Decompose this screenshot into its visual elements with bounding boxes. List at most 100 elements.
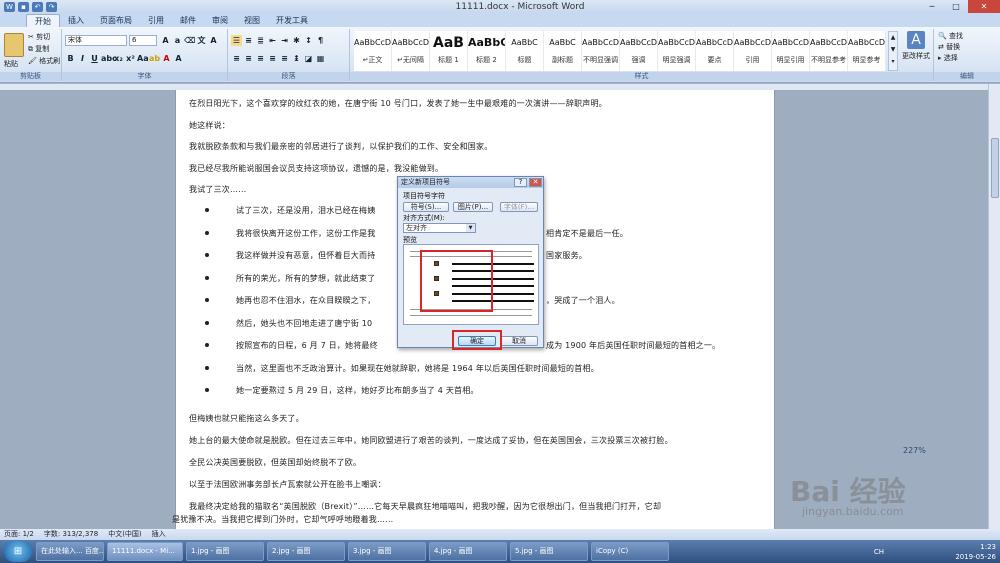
- change-case-icon[interactable]: Aa: [137, 53, 149, 64]
- shading-icon[interactable]: ◪: [303, 53, 314, 64]
- shrink-font-icon[interactable]: a: [172, 35, 183, 46]
- style-item[interactable]: AaBbCcDd 明显参考: [848, 31, 886, 71]
- bullet-icon: [205, 320, 209, 325]
- font-group: 宋体 6 A a ⌫ 文 A B I U abc x₂ x² Aa ab A A…: [62, 29, 228, 81]
- tab-references[interactable]: 引用: [140, 14, 172, 27]
- taskbar-item[interactable]: iCopy (C): [591, 542, 669, 561]
- taskbar-item[interactable]: 1.jpg - 画图: [186, 542, 264, 561]
- superscript-icon[interactable]: x²: [125, 53, 136, 64]
- insert-mode[interactable]: 插入: [152, 529, 166, 540]
- font-name-field[interactable]: 宋体: [65, 35, 127, 46]
- tab-view[interactable]: 视图: [236, 14, 268, 27]
- highlight-icon[interactable]: ab: [149, 53, 160, 64]
- cut-button[interactable]: ✂ 剪切: [28, 32, 50, 42]
- align-right-icon[interactable]: ≡: [255, 53, 266, 64]
- align-center-icon[interactable]: ≡: [243, 53, 254, 64]
- style-item[interactable]: AaBbCcDd 明显强调: [658, 31, 696, 71]
- align-select[interactable]: ▼ 左对齐: [403, 223, 476, 233]
- redo-icon[interactable]: ↷: [46, 1, 57, 12]
- word-logo-icon[interactable]: W: [4, 1, 15, 12]
- strikethrough-icon[interactable]: abc: [101, 53, 117, 64]
- dialog-close-button[interactable]: ✕: [529, 178, 542, 187]
- tab-page-layout[interactable]: 页面布局: [92, 14, 140, 27]
- tab-developer[interactable]: 开发工具: [268, 14, 316, 27]
- increase-indent-icon[interactable]: ⇥: [279, 35, 290, 46]
- symbol-button[interactable]: 符号(S)...: [403, 202, 449, 212]
- paste-icon[interactable]: [4, 33, 24, 57]
- distribute-icon[interactable]: ≡: [279, 53, 290, 64]
- justify-icon[interactable]: ≡: [267, 53, 278, 64]
- chinese-layout-icon[interactable]: ✱: [291, 35, 302, 46]
- replace-button[interactable]: ⇄ 替换: [938, 42, 963, 53]
- clear-format-icon[interactable]: ⌫: [184, 35, 195, 46]
- style-item[interactable]: AaBbC 标题: [506, 31, 544, 71]
- char-border-icon[interactable]: A: [208, 35, 219, 46]
- style-item[interactable]: AaBbC 标题 2: [468, 31, 506, 71]
- format-painter-button[interactable]: 🖌 格式刷: [28, 56, 60, 66]
- taskbar-item[interactable]: 在此处输入... 百度...: [36, 542, 104, 561]
- copy-button[interactable]: ⧉ 复制: [28, 44, 49, 54]
- font-color-icon[interactable]: A: [161, 53, 172, 64]
- tab-insert[interactable]: 插入: [60, 14, 92, 27]
- font-size-field[interactable]: 6: [129, 35, 157, 46]
- style-preview: AaB: [433, 35, 464, 51]
- start-button[interactable]: ⊞: [4, 541, 32, 562]
- clock-date[interactable]: 2019-05-26: [955, 552, 996, 562]
- maximize-button[interactable]: □: [944, 0, 968, 13]
- numbering-icon[interactable]: ≡: [243, 35, 254, 46]
- line-spacing-icon[interactable]: ↨: [291, 53, 302, 64]
- style-item[interactable]: AaBbCcDd 不明显参考: [810, 31, 848, 71]
- tab-review[interactable]: 审阅: [204, 14, 236, 27]
- tab-home[interactable]: 开始: [26, 14, 60, 27]
- grow-font-icon[interactable]: A: [160, 35, 171, 46]
- borders-icon[interactable]: ▦: [315, 53, 326, 64]
- input-language[interactable]: CH: [874, 547, 884, 557]
- taskbar-item[interactable]: 3.jpg - 画图: [348, 542, 426, 561]
- language-status[interactable]: 中文(中国): [108, 529, 141, 540]
- taskbar-item[interactable]: 2.jpg - 画图: [267, 542, 345, 561]
- vertical-scrollbar[interactable]: [988, 84, 1000, 529]
- style-item[interactable]: AaBbCcDd 强调: [620, 31, 658, 71]
- bold-icon[interactable]: B: [65, 53, 76, 64]
- styles-more-button[interactable]: ▲ ▼ ▾: [888, 31, 898, 71]
- bullets-icon[interactable]: ☰: [231, 35, 242, 46]
- page-status[interactable]: 页面: 1/2: [4, 529, 34, 540]
- tab-mailings[interactable]: 邮件: [172, 14, 204, 27]
- decrease-indent-icon[interactable]: ⇤: [267, 35, 278, 46]
- phonetic-icon[interactable]: 文: [196, 35, 207, 46]
- font-button[interactable]: 字体(F)...: [500, 202, 538, 212]
- sort-icon[interactable]: ↕: [303, 35, 314, 46]
- cancel-button[interactable]: 取消: [500, 336, 538, 346]
- save-icon[interactable]: ▪: [18, 1, 29, 12]
- taskbar-item[interactable]: 4.jpg - 画图: [429, 542, 507, 561]
- style-item[interactable]: AaBbCcDd ↵无间隔: [392, 31, 430, 71]
- style-item[interactable]: AaBbCcDd 明显引用: [772, 31, 810, 71]
- change-styles-button[interactable]: A 更改样式: [900, 31, 932, 61]
- italic-icon[interactable]: I: [77, 53, 88, 64]
- style-item[interactable]: AaBbCcDd 引用: [734, 31, 772, 71]
- taskbar-item[interactable]: 5.jpg - 画图: [510, 542, 588, 561]
- select-button[interactable]: ▸ 选择: [938, 53, 963, 64]
- char-shading-icon[interactable]: A: [173, 53, 184, 64]
- style-item[interactable]: AaBbCcDd 要点: [696, 31, 734, 71]
- style-item[interactable]: AaB 标题 1: [430, 31, 468, 71]
- align-left-icon[interactable]: ≡: [231, 53, 242, 64]
- multilevel-list-icon[interactable]: ≣: [255, 35, 266, 46]
- word-count[interactable]: 字数: 313/2,378: [44, 529, 98, 540]
- scroll-thumb[interactable]: [991, 138, 999, 198]
- style-item[interactable]: AaBbCcDd 不明显强调: [582, 31, 620, 71]
- style-item[interactable]: AaBbCcDd ↵正文: [354, 31, 392, 71]
- picture-button[interactable]: 图片(P)...: [453, 202, 493, 212]
- show-marks-icon[interactable]: ¶: [315, 35, 326, 46]
- style-item[interactable]: AaBbC 副标题: [544, 31, 582, 71]
- subscript-icon[interactable]: x₂: [113, 53, 124, 64]
- taskbar-item[interactable]: 11111.docx - Mi...: [107, 542, 183, 561]
- undo-icon[interactable]: ↶: [32, 1, 43, 12]
- paste-button[interactable]: 粘贴: [4, 59, 18, 69]
- close-button[interactable]: ✕: [968, 0, 1000, 13]
- minimize-button[interactable]: ─: [920, 0, 944, 13]
- clock-time[interactable]: 1:23: [955, 542, 996, 552]
- help-button[interactable]: ?: [514, 178, 527, 187]
- find-button[interactable]: 🔍 查找: [938, 31, 963, 42]
- underline-icon[interactable]: U: [89, 53, 100, 64]
